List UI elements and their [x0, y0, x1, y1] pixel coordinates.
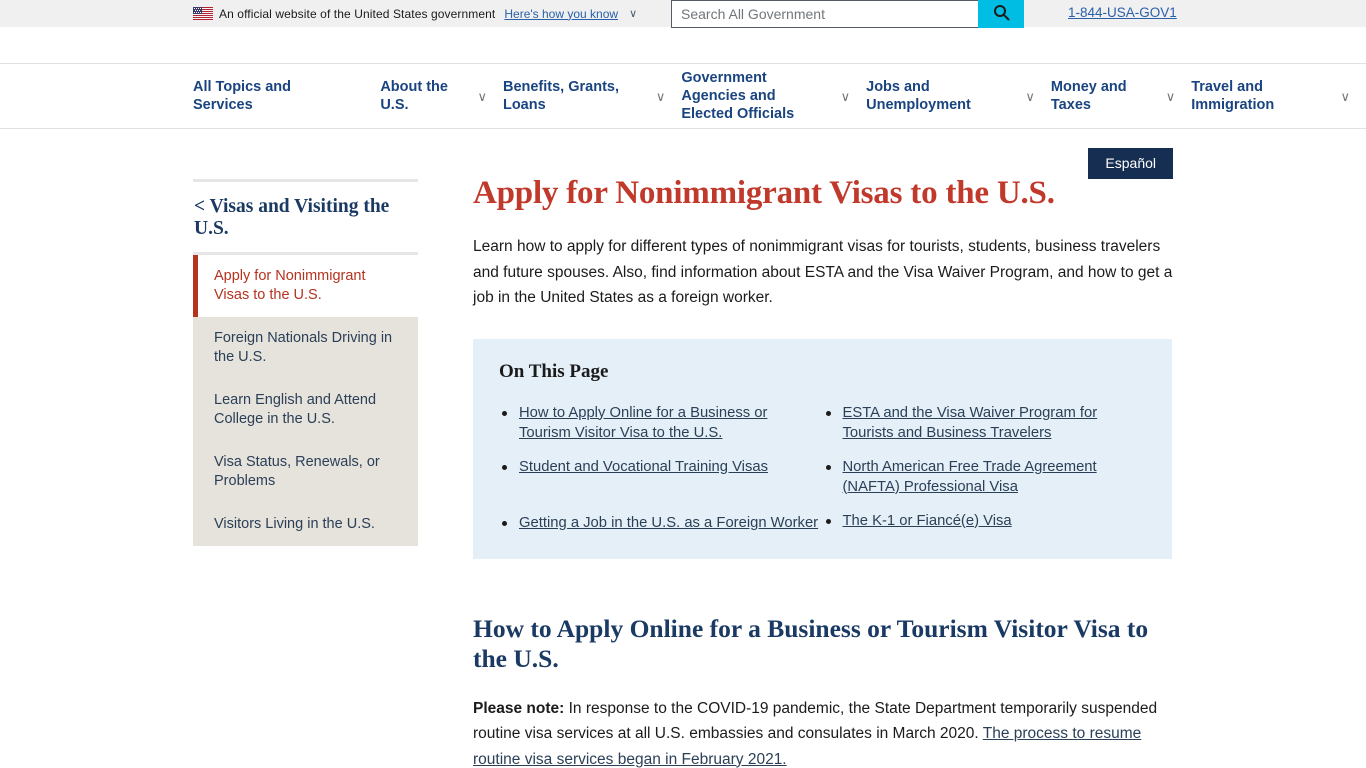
- chevron-down-icon: ∨: [1165, 88, 1176, 104]
- nav-label: Jobs and Unemployment: [866, 79, 971, 113]
- list-item: North American Free Trade Agreement (NAF…: [823, 457, 1147, 497]
- phone-number-link[interactable]: 1-844-USA-GOV1: [1068, 5, 1177, 20]
- chevron-down-icon: ∨: [655, 88, 666, 104]
- nav-label: About the U.S.: [380, 79, 448, 113]
- sidebar-item-visitors-living-in-the-us[interactable]: Visitors Living in the U.S.: [193, 503, 418, 546]
- nav-item-travel-and-immigration[interactable]: Travel and Immigration ∨: [1191, 78, 1366, 114]
- otp-link-k1-fiance-visa[interactable]: The K-1 or Fiancé(e) Visa: [843, 513, 1012, 529]
- header-whitespace: [0, 27, 1366, 63]
- otp-link-nafta-professional-visa[interactable]: North American Free Trade Agreement (NAF…: [843, 459, 1097, 495]
- banner-text: An official website of the United States…: [219, 6, 496, 21]
- search-form: [671, 0, 1024, 28]
- sidebar-list: Apply for Nonimmigrant Visas to the U.S.…: [193, 255, 418, 546]
- list-item: Getting a Job in the U.S. as a Foreign W…: [499, 513, 823, 533]
- on-this-page-columns: How to Apply Online for a Business or To…: [499, 389, 1146, 533]
- nav-label: Money and Taxes: [1050, 79, 1127, 113]
- page-body: Español < Visas and Visiting the U.S. Ap…: [0, 129, 1366, 768]
- on-this-page-box: On This Page How to Apply Online for a B…: [473, 338, 1172, 559]
- chevron-down-icon: ∨: [840, 88, 851, 104]
- on-this-page-left-column: How to Apply Online for a Business or To…: [499, 389, 823, 533]
- search-input[interactable]: [671, 0, 978, 28]
- nav-label: Government Agencies and Elected Official…: [681, 70, 795, 122]
- list-item: How to Apply Online for a Business or To…: [499, 403, 823, 443]
- nav-label: All Topics and Services: [193, 79, 292, 113]
- on-this-page-heading: On This Page: [499, 360, 609, 382]
- list-item: ESTA and the Visa Waiver Program for Tou…: [823, 403, 1147, 443]
- nav-label: Travel and Immigration: [1191, 79, 1275, 113]
- official-gov-banner: An official website of the United States…: [0, 0, 1366, 28]
- page-intro-paragraph: Learn how to apply for different types o…: [473, 238, 1173, 306]
- nav-item-about-the-us[interactable]: About the U.S. ∨: [380, 78, 503, 114]
- nav-item-benefits-grants-loans[interactable]: Benefits, Grants, Loans ∨: [503, 78, 681, 114]
- otp-link-student-vocational-training[interactable]: Student and Vocational Training Visas: [519, 459, 768, 475]
- sidebar-item-learn-english-attend-college[interactable]: Learn English and Attend College in the …: [193, 379, 418, 441]
- main-content: Apply for Nonimmigrant Visas to the U.S.…: [418, 173, 1173, 768]
- page-title: Apply for Nonimmigrant Visas to the U.S.: [473, 175, 1055, 211]
- on-this-page-left-list: How to Apply Online for a Business or To…: [499, 403, 823, 533]
- nav-item-all-topics-and-services[interactable]: All Topics and Services: [193, 78, 336, 114]
- heres-how-you-know-link[interactable]: Here's how you know: [504, 7, 618, 21]
- list-item: Student and Vocational Training Visas: [499, 457, 823, 477]
- language-toggle-row: Español: [193, 129, 1173, 179]
- sidebar: < Visas and Visiting the U.S. Apply for …: [193, 173, 418, 768]
- please-note-label: Please note:: [473, 699, 565, 717]
- content-columns: < Visas and Visiting the U.S. Apply for …: [193, 173, 1173, 768]
- section-heading-apply-online: How to Apply Online for a Business or To…: [473, 613, 1149, 673]
- nav-item-jobs-and-unemployment[interactable]: Jobs and Unemployment ∨: [866, 78, 1051, 114]
- otp-link-esta-visa-waiver-program[interactable]: ESTA and the Visa Waiver Program for Tou…: [843, 405, 1098, 441]
- chevron-down-icon[interactable]: ∨: [629, 7, 637, 20]
- chevron-down-icon: ∨: [477, 88, 487, 104]
- sidebar-parent-link[interactable]: < Visas and Visiting the U.S.: [193, 182, 418, 252]
- otp-link-apply-online-business-tourism[interactable]: How to Apply Online for a Business or To…: [519, 405, 767, 441]
- sidebar-item-visa-status-renewals-problems[interactable]: Visa Status, Renewals, or Problems: [193, 441, 418, 503]
- sidebar-item-apply-for-nonimmigrant-visas[interactable]: Apply for Nonimmigrant Visas to the U.S.: [193, 255, 418, 317]
- on-this-page-right-list: ESTA and the Visa Waiver Program for Tou…: [823, 403, 1147, 531]
- primary-navigation: All Topics and Services About the U.S. ∨…: [0, 63, 1366, 129]
- otp-link-getting-a-job-foreign-worker[interactable]: Getting a Job in the U.S. as a Foreign W…: [519, 515, 818, 531]
- us-flag-icon: [193, 7, 213, 20]
- nav-item-government-agencies-and-elected-officials[interactable]: Government Agencies and Elected Official…: [681, 69, 866, 123]
- list-item: The K-1 or Fiancé(e) Visa: [823, 511, 1147, 531]
- on-this-page-right-column: ESTA and the Visa Waiver Program for Tou…: [823, 389, 1147, 533]
- banner-content: An official website of the United States…: [193, 7, 637, 21]
- chevron-down-icon: ∨: [1340, 88, 1351, 104]
- section-note-paragraph: Please note: In response to the COVID-19…: [473, 696, 1173, 768]
- sidebar-item-foreign-nationals-driving[interactable]: Foreign Nationals Driving in the U.S.: [193, 317, 418, 379]
- search-button[interactable]: [978, 0, 1024, 28]
- nav-item-money-and-taxes[interactable]: Money and Taxes ∨: [1051, 78, 1191, 114]
- search-icon: [993, 4, 1010, 24]
- nav-label: Benefits, Grants, Loans: [502, 79, 619, 113]
- chevron-down-icon: ∨: [1025, 88, 1035, 104]
